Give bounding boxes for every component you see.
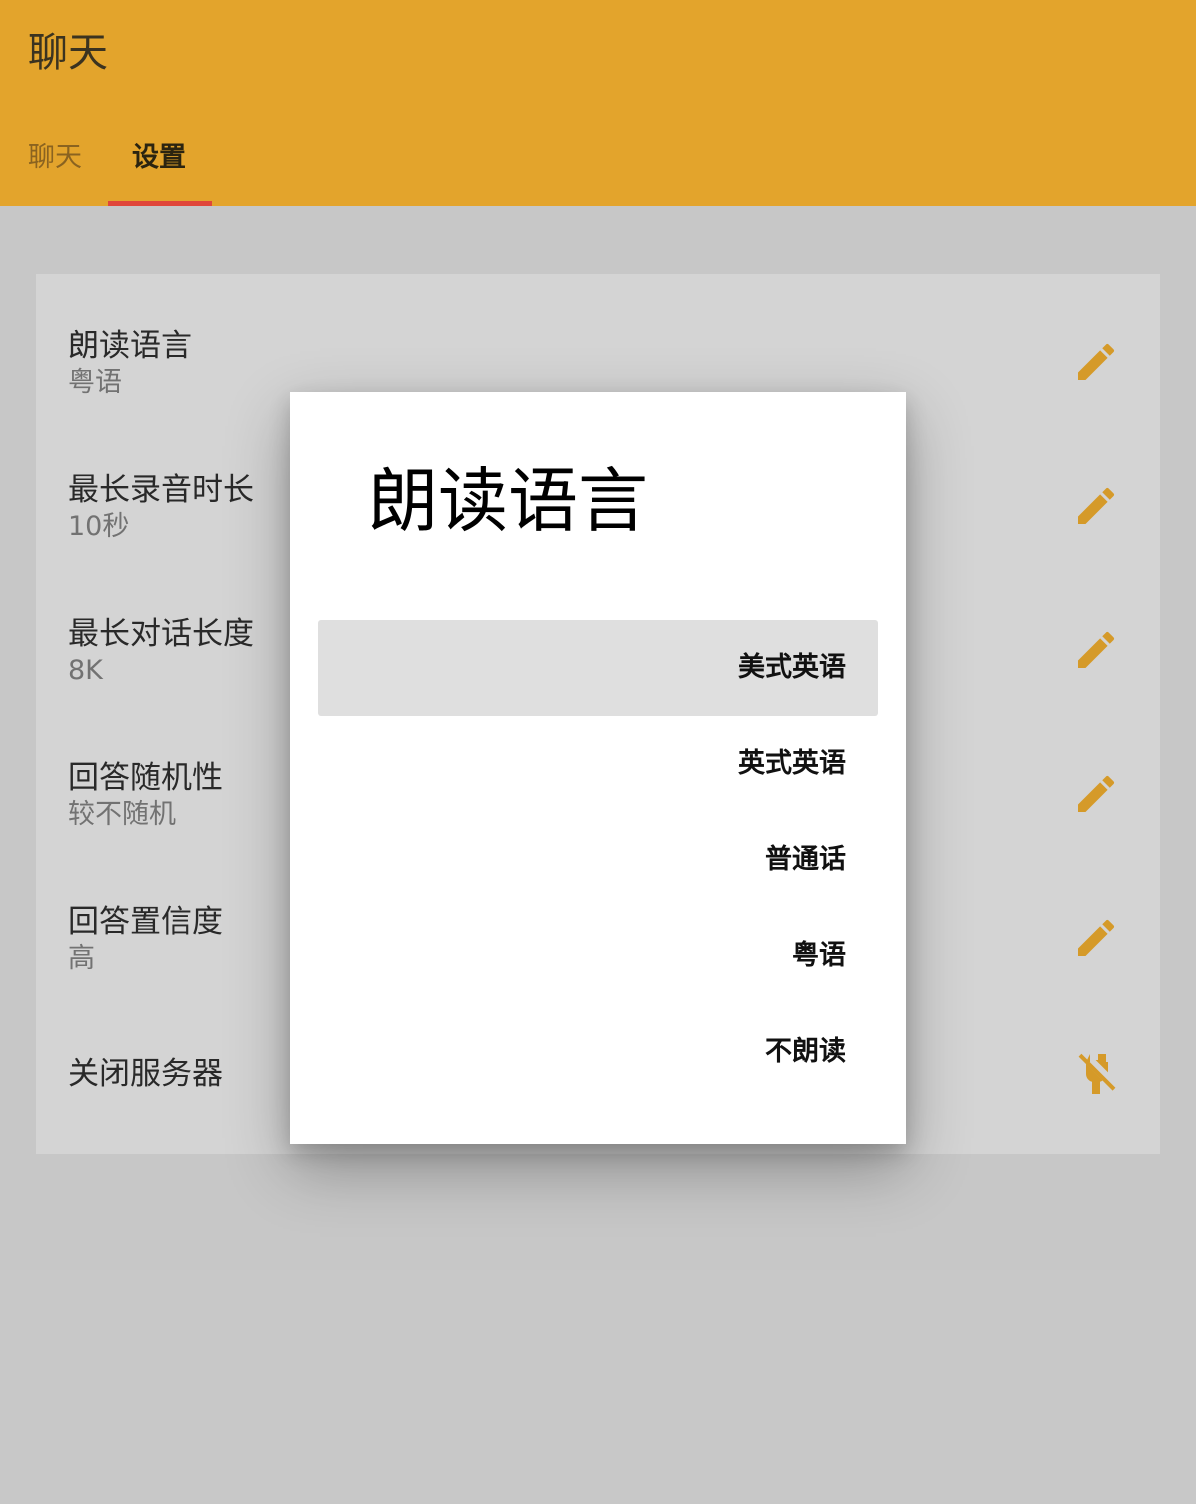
option-label: 普通话 [765, 844, 846, 875]
app-bar: 聊天 聊天 设置 [0, 0, 1196, 206]
option-label: 英式英语 [738, 748, 846, 779]
option-label: 美式英语 [738, 652, 846, 683]
tab-settings[interactable]: 设置 [132, 136, 186, 180]
option-cantonese[interactable]: 粤语 [318, 908, 878, 1004]
option-label: 粤语 [792, 940, 846, 971]
language-dialog: 朗读语言 美式英语 英式英语 普通话 粤语 不朗读 [290, 392, 906, 1144]
option-mandarin[interactable]: 普通话 [318, 812, 878, 908]
option-label: 不朗读 [765, 1036, 846, 1067]
option-no-reading[interactable]: 不朗读 [318, 1004, 878, 1100]
option-british-english[interactable]: 英式英语 [318, 716, 878, 812]
app-title: 聊天 [28, 30, 108, 76]
option-american-english[interactable]: 美式英语 [318, 620, 878, 716]
tab-chat[interactable]: 聊天 [28, 136, 82, 180]
dialog-title: 朗读语言 [368, 460, 648, 542]
